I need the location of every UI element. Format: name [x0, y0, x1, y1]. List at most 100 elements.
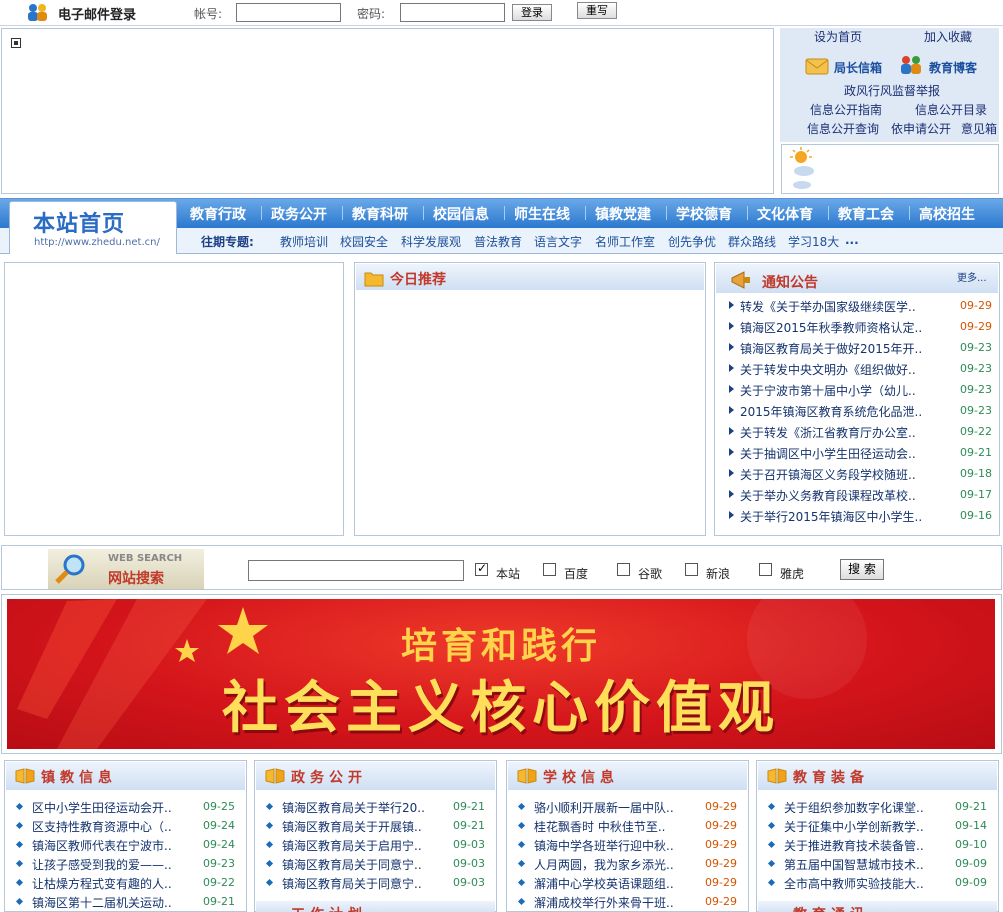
nav-separator — [666, 206, 667, 220]
list-item[interactable]: 关于推进教育技术装备管.. 09-10 — [767, 835, 993, 854]
nav-item-teacher-student[interactable]: 师生在线 — [514, 204, 570, 224]
arrow-icon — [729, 301, 734, 309]
feedback-link[interactable]: 意见箱 — [961, 120, 997, 137]
list-item[interactable]: 区中小学生田径运动会开.. 09-25 — [15, 797, 241, 816]
notice-item[interactable]: 镇海区教育局关于做好2015年开.. 09-23 — [729, 337, 993, 358]
nav-item-edu-admin[interactable]: 教育行政 — [190, 204, 246, 224]
topic-link[interactable]: 教师培训 — [280, 233, 328, 250]
list-item[interactable]: 区支持性教育资源中心（.. 09-24 — [15, 816, 241, 835]
topic-link[interactable]: 普法教育 — [474, 233, 522, 250]
folder-icon — [364, 272, 384, 287]
list-item[interactable]: 澥浦成校举行外来骨干班.. 09-29 — [517, 892, 743, 911]
list-item[interactable]: 人月两圆，我为家乡添光.. 09-29 — [517, 854, 743, 873]
disclosure-guide-link[interactable]: 信息公开指南 — [810, 101, 882, 118]
nav-separator — [504, 206, 505, 220]
nav-item-research[interactable]: 教育科研 — [352, 204, 408, 224]
nav-item-union[interactable]: 教育工会 — [838, 204, 894, 224]
notice-item[interactable]: 关于举行2015年镇海区中小学生.. 09-16 — [729, 505, 993, 526]
notice-more-link[interactable]: 更多... — [957, 269, 987, 284]
list-item[interactable]: 镇海区第十二届机关运动.. 09-21 — [15, 892, 241, 911]
quick-links-panel: 设为首页 加入收藏 局长信箱 教育博客 政风行风监督举报 信息公开指南 信息公开… — [780, 28, 999, 142]
reset-button[interactable]: 重写 — [577, 2, 617, 19]
book-icon — [265, 768, 285, 784]
add-favorite-link[interactable]: 加入收藏 — [924, 28, 972, 45]
topic-link[interactable]: 创先争优 — [668, 233, 716, 250]
password-input[interactable] — [400, 3, 505, 22]
set-home-link[interactable]: 设为首页 — [814, 28, 862, 45]
bullet-icon — [767, 802, 776, 811]
list-item[interactable]: 骆小顺利开展新一届中队.. 09-29 — [517, 797, 743, 816]
topic-link[interactable]: 群众路线 — [728, 233, 776, 250]
notice-box: 通知公告 更多... 转发《关于举办国家级继续医学.. 09-29 镇海区2015… — [714, 262, 1000, 536]
list-item[interactable]: 第五届中国智慧城市技术.. 09-09 — [767, 854, 993, 873]
web-search-logo: WEB SEARCH 网站搜索 — [48, 549, 204, 589]
notice-item[interactable]: 镇海区2015年秋季教师资格认定.. 09-29 — [729, 316, 993, 337]
search-scope-site-checkbox[interactable] — [475, 561, 488, 576]
apply-disclosure-link[interactable]: 依申请公开 — [891, 120, 951, 137]
home-tab[interactable]: 本站首页 http://www.zhedu.net.cn/ — [9, 201, 177, 254]
list-item[interactable]: 镇海区教师代表在宁波市.. 09-24 — [15, 835, 241, 854]
weather-panel — [781, 144, 999, 194]
notice-item[interactable]: 关于召开镇海区义务段学校随班.. 09-18 — [729, 463, 993, 484]
list-item[interactable]: 镇海区教育局关于同意宁.. 09-03 — [265, 873, 491, 892]
notice-item[interactable]: 转发《关于举办国家级继续医学.. 09-29 — [729, 295, 993, 316]
list-item[interactable]: 关于组织参加数字化课堂.. 09-21 — [767, 797, 993, 816]
list-item[interactable]: 镇海中学各班举行迎中秋.. 09-29 — [517, 835, 743, 854]
list-item[interactable]: 让枯燥方程式变有趣的人.. 09-22 — [15, 873, 241, 892]
site-search-bar: WEB SEARCH 网站搜索 本站 百度 谷歌 新浪 雅虎 搜 索 — [1, 545, 1002, 590]
topic-link[interactable]: 科学发展观 — [401, 233, 461, 250]
topics-more[interactable]: ... — [845, 233, 859, 247]
topic-link[interactable]: 学习18大 — [788, 233, 839, 250]
list-item[interactable]: 镇海区教育局关于举行20.. 09-21 — [265, 797, 491, 816]
banner: 培育和践行 社会主义核心价值观 — [1, 594, 1002, 754]
nav-item-admissions[interactable]: 高校招生 — [919, 204, 975, 224]
disclosure-query-link[interactable]: 信息公开查询 — [807, 120, 879, 137]
search-scope-sina-checkbox[interactable] — [685, 563, 698, 576]
edu-blog-link[interactable]: 教育博客 — [929, 59, 977, 76]
list-item[interactable]: 全市高中教师实验技能大.. 09-09 — [767, 873, 993, 892]
search-scope-google-checkbox[interactable] — [617, 563, 630, 576]
email-login-title: 电子邮件登录 — [58, 8, 137, 23]
search-input[interactable] — [248, 560, 464, 581]
account-input[interactable] — [236, 3, 341, 22]
search-scope-baidu-checkbox[interactable] — [543, 563, 556, 576]
mailbox-icon — [805, 58, 829, 75]
nav-item-party[interactable]: 镇教党建 — [595, 204, 651, 224]
bullet-icon — [15, 859, 24, 868]
topics-label: 往期专题: — [201, 235, 254, 249]
topic-link[interactable]: 名师工作室 — [595, 233, 655, 250]
search-button[interactable]: 搜 索 — [840, 559, 884, 580]
nav-separator — [585, 206, 586, 220]
nav-item-gov-affairs[interactable]: 政务公开 — [271, 204, 327, 224]
list-item[interactable]: 关于征集中小学创新教学.. 09-14 — [767, 816, 993, 835]
list-item[interactable]: 让孩子感受到我的爱——.. 09-23 — [15, 854, 241, 873]
nav-item-culture-sports[interactable]: 文化体育 — [757, 204, 813, 224]
notice-item[interactable]: 关于转发中央文明办《组织做好.. 09-23 — [729, 358, 993, 379]
notice-header: 通知公告 更多... — [716, 264, 998, 293]
list-item[interactable]: 桂花飘香时 中秋佳节至.. 09-29 — [517, 816, 743, 835]
topic-link[interactable]: 校园安全 — [340, 233, 388, 250]
core-values-banner[interactable]: 培育和践行 社会主义核心价值观 — [7, 599, 995, 749]
disclosure-catalog-link[interactable]: 信息公开目录 — [915, 101, 987, 118]
today-recommend-title: 今日推荐 — [390, 272, 446, 288]
bullet-icon — [265, 840, 274, 849]
notice-item[interactable]: 关于举办义务教育段课程改革校.. 09-17 — [729, 484, 993, 505]
notice-item[interactable]: 关于宁波市第十届中小学（幼儿.. 09-23 — [729, 379, 993, 400]
topic-link[interactable]: 语言文字 — [534, 233, 582, 250]
notice-item[interactable]: 关于抽调区中小学生田径运动会.. 09-21 — [729, 442, 993, 463]
list-item[interactable]: 镇海区教育局关于开展镇.. 09-21 — [265, 816, 491, 835]
list-item[interactable]: 澥浦中心学校英语课题组.. 09-29 — [517, 873, 743, 892]
nav-separator — [261, 206, 262, 220]
director-mailbox-link[interactable]: 局长信箱 — [834, 59, 882, 76]
notice-item[interactable]: 2015年镇海区教育系统危化品泄.. 09-23 — [729, 400, 993, 421]
notice-item[interactable]: 关于转发《浙江省教育厅办公室.. 09-22 — [729, 421, 993, 442]
list-item[interactable]: 镇海区教育局关于启用宁.. 09-03 — [265, 835, 491, 854]
player-icon[interactable] — [11, 38, 21, 48]
arrow-icon — [729, 448, 734, 456]
search-scope-yahoo-checkbox[interactable] — [759, 563, 772, 576]
nav-item-moral-edu[interactable]: 学校德育 — [676, 204, 732, 224]
supervision-link[interactable]: 政风行风监督举报 — [844, 82, 940, 99]
list-item[interactable]: 镇海区教育局关于同意宁.. 09-03 — [265, 854, 491, 873]
nav-item-campus-info[interactable]: 校园信息 — [433, 204, 489, 224]
login-button[interactable]: 登录 — [512, 4, 552, 21]
